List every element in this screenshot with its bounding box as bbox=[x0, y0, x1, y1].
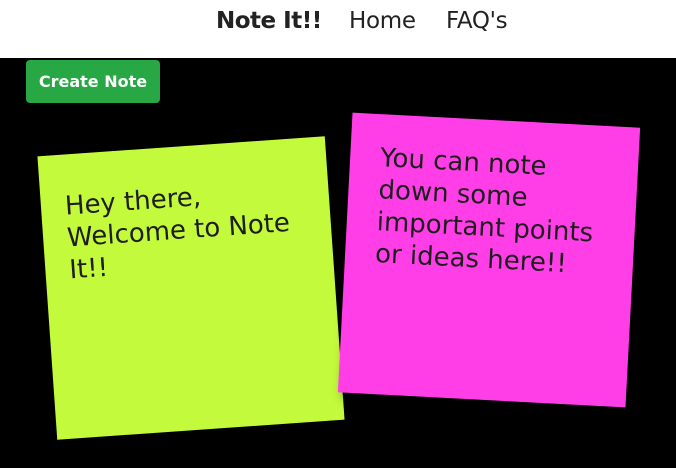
note-text: You can note down some important points … bbox=[374, 143, 594, 280]
sticky-note[interactable]: You can note down some important points … bbox=[337, 112, 641, 408]
brand-logo-text[interactable]: Note It!! bbox=[216, 8, 322, 34]
nav-link-home[interactable]: Home bbox=[349, 8, 416, 34]
note-text: Hey there, Welcome to Note It!! bbox=[63, 182, 291, 286]
top-navbar: Note It!! Home FAQ's bbox=[0, 0, 676, 58]
create-note-button[interactable]: Create Note bbox=[26, 60, 160, 103]
sticky-note[interactable]: Hey there, Welcome to Note It!! bbox=[37, 136, 345, 440]
nav-link-faq[interactable]: FAQ's bbox=[446, 8, 508, 34]
